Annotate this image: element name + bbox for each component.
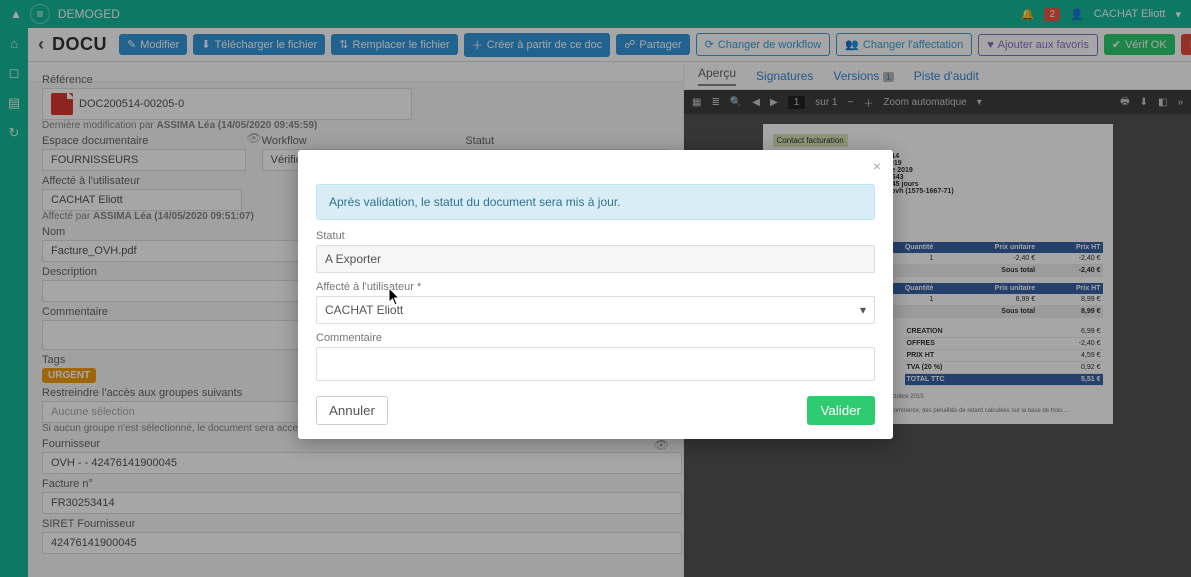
validation-modal: × Après validation, le statut du documen…	[298, 150, 893, 439]
modal-affecte-select[interactable]: CACHAT Eliott ▾	[316, 296, 875, 324]
modal-statut-label: Statut	[316, 230, 875, 242]
modal-comm-label: Commentaire	[316, 332, 875, 344]
modal-statut-field: A Exporter	[316, 245, 875, 273]
modal-comm-input[interactable]	[316, 347, 875, 381]
cancel-button[interactable]: Annuler	[316, 396, 388, 425]
info-banner: Après validation, le statut du document …	[316, 184, 875, 220]
close-icon[interactable]: ×	[873, 158, 881, 174]
validate-button[interactable]: Valider	[807, 396, 876, 425]
chevron-down-icon: ▾	[860, 303, 866, 317]
modal-affecte-label: Affecté à l'utilisateur *	[316, 281, 875, 293]
modal-overlay: × Après validation, le statut du documen…	[0, 0, 1191, 577]
